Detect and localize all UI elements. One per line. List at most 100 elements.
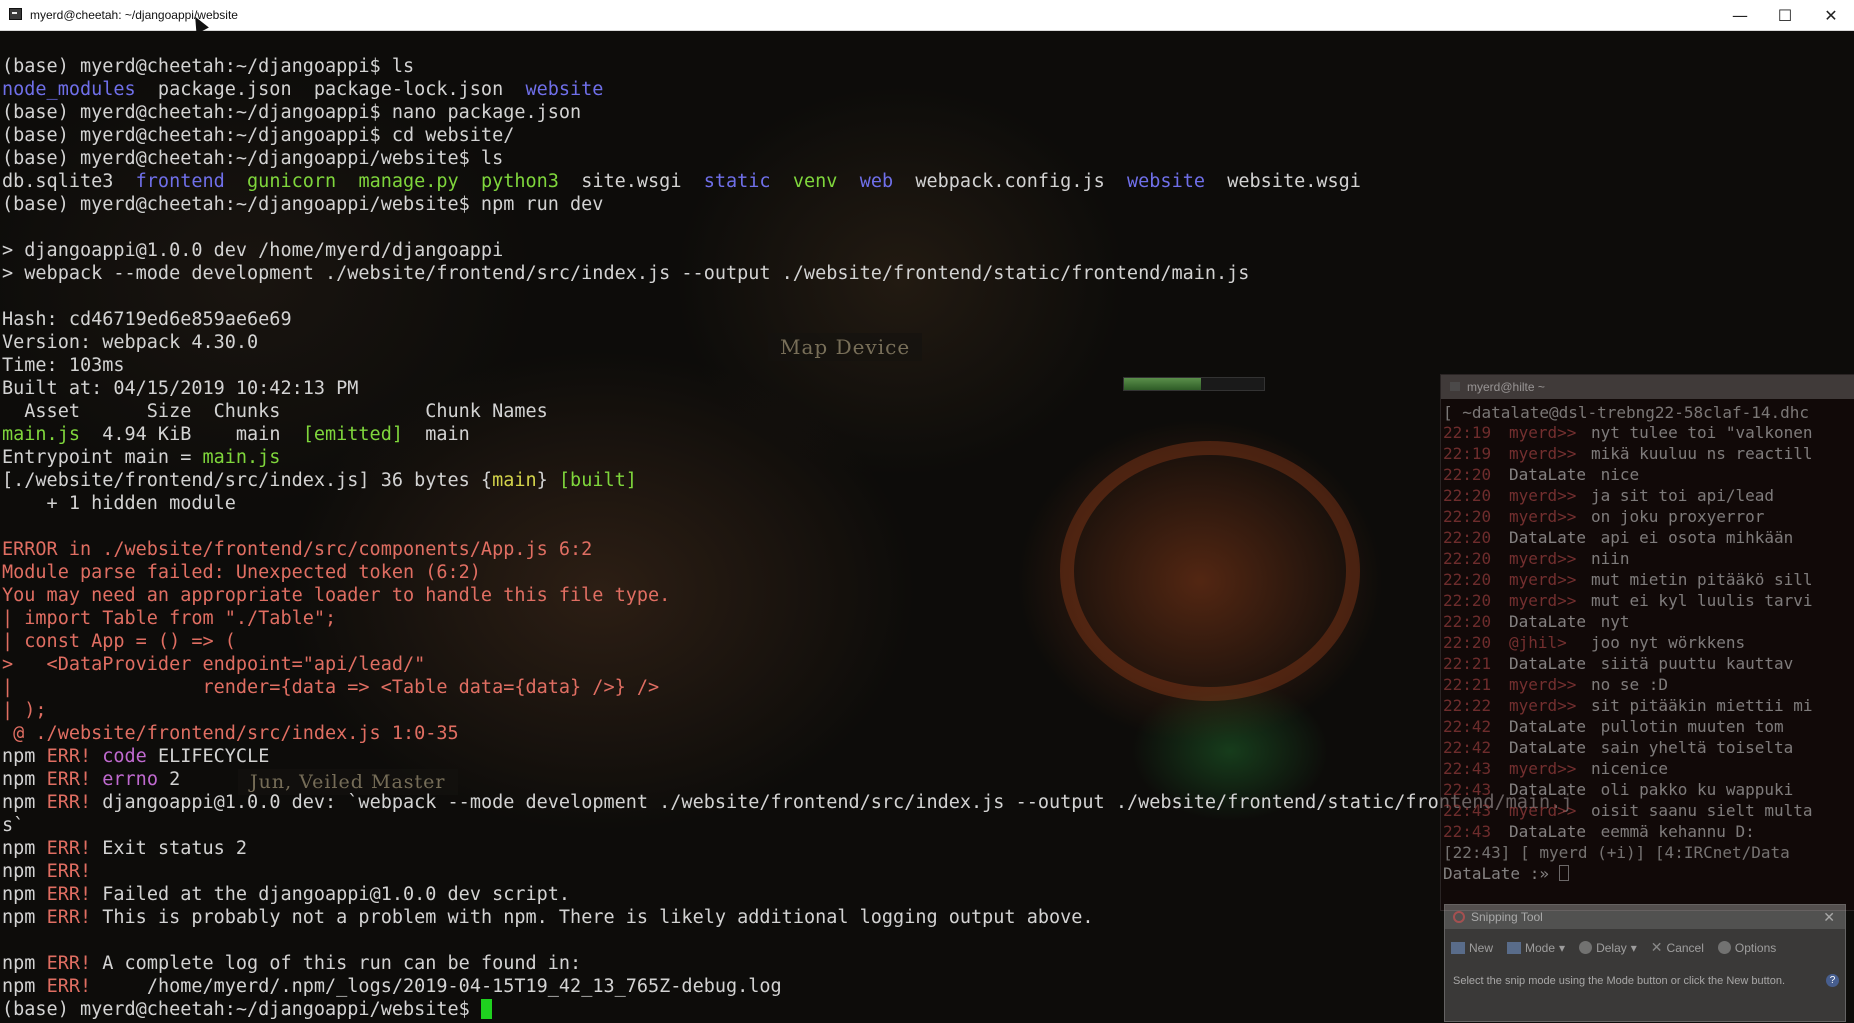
- terminal-text: Time: 103ms: [2, 355, 125, 376]
- terminal-line: | import Table from "./Table";: [2, 607, 1572, 630]
- irc-message-text: nice: [1591, 465, 1640, 484]
- irc-input-separator: :»: [1529, 864, 1559, 883]
- terminal-app-icon: [9, 8, 22, 20]
- terminal-text: [./website/frontend/src/index.js] 36 byt…: [2, 470, 493, 491]
- irc-timestamp: 22:20: [1443, 486, 1492, 505]
- terminal-text: main.js: [202, 447, 281, 468]
- irc-statusbar: [22:43] [ myerd (+i)] [4:IRCnet/Data: [1443, 843, 1790, 862]
- snip-delay-button[interactable]: Delay ▾: [1579, 939, 1637, 956]
- irc-timestamp: 22:20: [1443, 633, 1492, 652]
- irc-timestamp: 22:20: [1443, 570, 1492, 589]
- snip-mode-button[interactable]: Mode ▾: [1507, 939, 1565, 956]
- terminal-text: npm: [2, 746, 47, 767]
- terminal-text: main: [402, 424, 470, 445]
- terminal-text: package.json package-lock.json: [135, 79, 526, 100]
- terminal-text: Exit status 2: [91, 838, 248, 859]
- terminal-text: (base) myerd@cheetah:~/djangoappi$ ls: [2, 56, 415, 77]
- terminal-text: Version: webpack 4.30.0: [2, 332, 259, 353]
- snip-delay-label: Delay: [1596, 940, 1627, 955]
- irc-message: 22:20 DataLate nyt: [1441, 611, 1854, 632]
- terminal-text: Asset Size Chunks Chunk Names: [2, 401, 548, 422]
- snipping-tool-title-text: Snipping Tool: [1471, 910, 1543, 924]
- snip-options-button[interactable]: Options: [1717, 939, 1776, 956]
- terminal-line: (base) myerd@cheetah:~/djangoappi$ cd we…: [2, 124, 1572, 147]
- irc-message: 22:42 DataLate pullotin muuten tom: [1441, 716, 1854, 737]
- terminal-line: + 1 hidden module: [2, 492, 1572, 515]
- irc-nick: DataLate: [1509, 612, 1587, 631]
- irc-message-text: sain yheltä toiselta: [1591, 738, 1794, 757]
- irc-message-text: niin: [1591, 549, 1630, 568]
- irc-nick: @jhil>: [1509, 633, 1567, 652]
- terminal-line: npm ERR! A complete log of this run can …: [2, 952, 1572, 975]
- irc-topic: [ ~datalate@dsl-trebng22-58claf-14.dhc: [1443, 403, 1810, 422]
- terminal-line: db.sqlite3 frontend gunicorn manage.py p…: [2, 170, 1572, 193]
- terminal-line: Entrypoint main = main.js: [2, 446, 1572, 469]
- irc-timestamp: 22:19: [1443, 444, 1492, 463]
- clock-icon: [1579, 941, 1593, 954]
- terminal-text: [emitted]: [302, 424, 403, 445]
- terminal-text: site.wsgi: [558, 171, 704, 192]
- irc-message: 22:20 myerd>> niin: [1441, 548, 1854, 569]
- terminal-text: ERR!: [46, 976, 92, 997]
- terminal-text: Built at: 04/15/2019 10:42:13 PM: [2, 378, 359, 399]
- minimize-button[interactable]: —: [1717, 0, 1763, 30]
- terminal-text: ELIFECYCLE: [146, 746, 270, 767]
- irc-message: 22:21 DataLate siitä puuttu kauttav: [1441, 653, 1854, 674]
- close-button[interactable]: ✕: [1808, 0, 1854, 30]
- terminal-area[interactable]: Map Device Jun, Veiled Master (base) mye…: [0, 31, 1854, 1023]
- terminal-line: Time: 103ms: [2, 354, 1572, 377]
- terminal-text: A complete log of this run can be found …: [91, 953, 582, 974]
- irc-timestamp: 22:42: [1443, 738, 1492, 757]
- terminal-text: Module parse failed: Unexpected token (6…: [2, 562, 481, 583]
- terminal-text: ERR!: [46, 907, 92, 928]
- maximize-button[interactable]: ☐: [1762, 0, 1808, 30]
- terminal-text: code: [102, 746, 147, 767]
- help-icon[interactable]: ?: [1826, 974, 1839, 987]
- terminal-text: 2: [157, 769, 181, 790]
- irc-nick: myerd>>: [1509, 801, 1577, 820]
- terminal-line: > webpack --mode development ./website/f…: [2, 262, 1572, 285]
- irc-message: 22:20 myerd>> mut ei kyl luulis tarvi: [1441, 590, 1854, 611]
- terminal-text: ERR!: [46, 769, 92, 790]
- irc-input-line[interactable]: DataLate :»: [1441, 863, 1854, 884]
- terminal-cursor: [480, 999, 492, 1019]
- terminal-text: ERR!: [46, 746, 92, 767]
- terminal-line: npm ERR! errno 2: [2, 768, 1572, 791]
- irc-timestamp: 22:22: [1443, 696, 1492, 715]
- snipping-tool-window[interactable]: Snipping Tool ✕ New Mode ▾ Delay ▾ ✕ Can…: [1444, 904, 1846, 1022]
- terminal-text: webpack.config.js: [893, 171, 1128, 192]
- snip-cancel-button[interactable]: ✕ Cancel: [1651, 939, 1704, 956]
- irc-message-list: 22:19 myerd>> nyt tulee toi "valkonen 22:19…: [1441, 422, 1854, 842]
- terminal-text: npm: [2, 792, 47, 813]
- terminal-text: python3: [480, 171, 559, 192]
- window-titlebar: myerd@cheetah: ~/djangoappi/website — ☐ …: [0, 0, 1854, 31]
- snipping-tool-help: Select the snip mode using the Mode butt…: [1445, 956, 1845, 988]
- irc-timestamp: 22:20: [1443, 612, 1492, 631]
- irc-message-text: sit pitääkin miettii mi: [1591, 696, 1813, 715]
- snipping-tool-close-button[interactable]: ✕: [1823, 905, 1835, 929]
- irc-window[interactable]: myerd@hilte ~ [ ~datalate@dsl-trebng22-5…: [1440, 374, 1854, 911]
- terminal-text: npm: [2, 884, 47, 905]
- terminal-text: website: [1127, 171, 1205, 192]
- irc-message: 22:22 myerd>> sit pitääkin miettii mi: [1441, 695, 1854, 716]
- irc-nick: DataLate: [1509, 654, 1587, 673]
- irc-message-text: mut mietin pitääkö sill: [1591, 570, 1813, 589]
- terminal-text: This is probably not a problem with npm.…: [91, 907, 1094, 928]
- terminal-text: > <DataProvider endpoint="api/lead/": [2, 654, 426, 675]
- snip-new-button[interactable]: New: [1451, 939, 1493, 956]
- terminal-line: [./website/frontend/src/index.js] 36 byt…: [2, 469, 1572, 492]
- terminal-line: (base) myerd@cheetah:~/djangoappi/websit…: [2, 998, 1572, 1021]
- irc-timestamp: 22:21: [1443, 654, 1492, 673]
- terminal-line: npm ERR! Failed at the djangoappi@1.0.0 …: [2, 883, 1572, 906]
- irc-message-text: on joku proxyerror: [1591, 507, 1765, 526]
- terminal-line: | );: [2, 699, 1572, 722]
- irc-nick: myerd>>: [1509, 507, 1577, 526]
- terminal-text: /home/myerd/.npm/_logs/2019-04-15T19_42_…: [91, 976, 782, 997]
- irc-window-title: myerd@hilte ~: [1441, 375, 1854, 399]
- terminal-text: npm: [2, 769, 47, 790]
